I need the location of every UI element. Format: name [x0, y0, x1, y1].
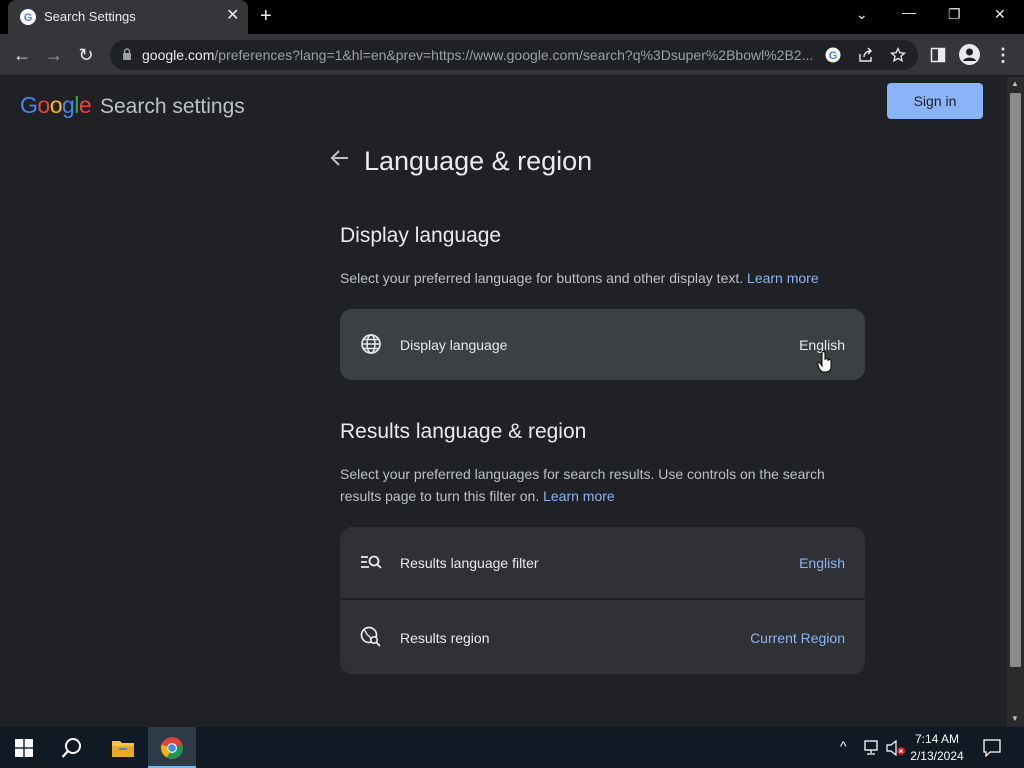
display-language-description: Select your preferred language for butto…	[340, 270, 819, 286]
chrome-icon	[161, 737, 183, 759]
google-lens-icon[interactable]: G	[825, 47, 841, 63]
new-tab-button[interactable]: +	[260, 6, 272, 26]
close-window-button[interactable]: ✕	[994, 6, 1006, 23]
clock-time: 7:14 AM	[914, 732, 960, 746]
browser-toolbar: ← → ↻ google.com/preferences?lang=1&hl=e…	[0, 34, 1024, 76]
back-button[interactable]: ←	[11, 44, 33, 66]
display-language-label: Display language	[400, 337, 508, 353]
bookmark-star-icon[interactable]	[890, 47, 906, 63]
chrome-taskbar-button[interactable]	[148, 727, 196, 768]
results-language-filter-value[interactable]: English	[799, 555, 845, 571]
results-language-filter-label: Results language filter	[400, 555, 539, 571]
title-bar: G Search Settings ✕ + ⌄ — ❐ ✕	[0, 0, 1024, 34]
scroll-thumb[interactable]	[1010, 93, 1021, 667]
globe-icon	[361, 334, 381, 354]
network-icon[interactable]	[862, 740, 880, 756]
file-explorer-icon[interactable]	[111, 738, 135, 758]
filter-search-icon	[361, 555, 382, 569]
page-scrollbar[interactable]: ▲ ▼	[1007, 77, 1024, 727]
sign-in-button[interactable]: Sign in	[887, 83, 983, 119]
profile-avatar-icon[interactable]	[959, 44, 980, 65]
notification-center-icon[interactable]	[983, 739, 1001, 757]
results-language-description: Select your preferred languages for sear…	[340, 466, 825, 504]
windows-taskbar: ^ 7:14 AM 2/13/2024	[0, 727, 1024, 768]
learn-more-link[interactable]: Learn more	[543, 488, 615, 504]
display-language-card[interactable]: Display language English	[340, 309, 865, 380]
chrome-menu-icon[interactable]: ⋮	[992, 44, 1014, 66]
settings-title: Search settings	[100, 95, 245, 118]
results-region-card[interactable]: Results region Current Region	[340, 600, 865, 674]
share-icon[interactable]	[858, 47, 874, 63]
search-icon[interactable]	[61, 737, 83, 759]
side-panel-icon[interactable]	[930, 47, 946, 63]
results-region-label: Results region	[400, 630, 490, 646]
volume-muted-icon[interactable]	[886, 740, 906, 756]
display-language-heading: Display language	[340, 224, 502, 247]
tray-chevron-up-icon[interactable]: ^	[840, 738, 847, 754]
tab-search-icon[interactable]: ⌄	[856, 6, 868, 23]
svg-text:G: G	[829, 50, 838, 62]
results-language-heading: Results language & region	[340, 420, 587, 443]
taskbar-clock[interactable]: 7:14 AM 2/13/2024	[906, 731, 968, 765]
forward-button[interactable]: →	[43, 44, 65, 66]
tab-title: Search Settings	[44, 9, 136, 24]
results-region-value[interactable]: Current Region	[750, 630, 845, 646]
clock-date: 2/13/2024	[910, 749, 964, 763]
results-language-filter-card[interactable]: Results language filter English	[340, 527, 865, 598]
reload-button[interactable]: ↻	[75, 44, 97, 66]
svg-text:G: G	[24, 12, 33, 24]
scroll-up-icon[interactable]: ▲	[1011, 79, 1019, 88]
address-bar[interactable]: google.com/preferences?lang=1&hl=en&prev…	[110, 40, 918, 70]
google-favicon-icon: G	[20, 9, 36, 25]
region-search-icon	[360, 626, 381, 647]
learn-more-link[interactable]: Learn more	[747, 270, 819, 286]
url-text[interactable]: google.com/preferences?lang=1&hl=en&prev…	[142, 47, 820, 63]
browser-tab[interactable]: G Search Settings ✕	[8, 0, 248, 34]
page-title: Language & region	[364, 146, 593, 176]
restore-button[interactable]: ❐	[948, 6, 961, 23]
tab-close-icon[interactable]: ✕	[226, 8, 239, 24]
minimize-button[interactable]: —	[902, 4, 916, 20]
page-content: Google Search settings Sign in Language …	[0, 77, 1007, 727]
google-logo[interactable]: Google	[20, 92, 92, 119]
scroll-down-icon[interactable]: ▼	[1011, 714, 1019, 723]
back-arrow-icon[interactable]	[330, 149, 350, 167]
windows-start-icon[interactable]	[15, 739, 33, 757]
hand-cursor-icon	[817, 351, 832, 373]
lock-icon[interactable]	[122, 48, 132, 61]
